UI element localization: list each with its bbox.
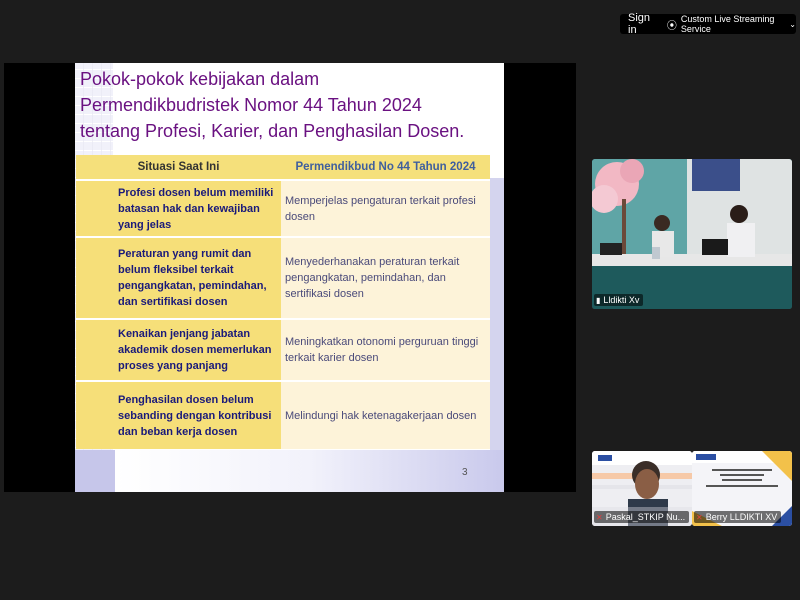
participant-name-tag: ▮ Lldikti Xv: [594, 294, 644, 306]
microphone-icon: ▮: [596, 295, 601, 305]
current-situation-cell: Peraturan yang rumit dan belum fleksibel…: [76, 236, 281, 319]
slide-title-line: tentang Profesi, Karier, dan Penghasilan…: [80, 121, 465, 141]
policy-cell: Memperjelas pengaturan terkait profesi d…: [281, 179, 490, 237]
slide-page-number: 3: [462, 467, 468, 478]
sign-in-link[interactable]: Sign in: [628, 12, 657, 36]
participant-video-tile[interactable]: ✕ Paskal_STKIP Nu...: [592, 451, 692, 526]
streaming-label: Custom Live Streaming Service: [680, 14, 775, 34]
live-stream-icon: ⦿: [666, 20, 677, 32]
participant-name: Paskal_STKIP Nu...: [605, 512, 686, 522]
presentation-slide: Pokok-pokok kebijakan dalam Permendikbud…: [75, 63, 504, 492]
table-row: Penghasilan dosen belum sebanding dengan…: [76, 380, 490, 449]
current-situation-cell: Profesi dosen belum memiliki batasan hak…: [76, 179, 281, 237]
table-row: Kenaikan jenjang jabatan akademik dosen …: [76, 318, 490, 381]
participant-name-tag: ✕ Berry LLDIKTI XV: [694, 511, 782, 523]
slide-title: Pokok-pokok kebijakan dalam Permendikbud…: [80, 66, 495, 144]
table-row: Profesi dosen belum memiliki batasan hak…: [76, 179, 490, 237]
policy-cell: Meningkatkan otonomi perguruan tinggi te…: [281, 318, 490, 381]
meeting-window: Sign in ⦿ Custom Live Streaming Service …: [0, 0, 800, 600]
table-row: Peraturan yang rumit dan belum fleksibel…: [76, 236, 490, 319]
participant-name: Lldikti Xv: [603, 295, 640, 305]
chevron-down-icon: ⌄: [789, 19, 796, 29]
participant-video-main[interactable]: ▮ Lldikti Xv: [592, 159, 792, 309]
column-header-policy: Permendikbud No 44 Tahun 2024: [281, 155, 490, 180]
current-situation-cell: Penghasilan dosen belum sebanding dengan…: [76, 380, 281, 449]
participant-name: Berry LLDIKTI XV: [705, 512, 778, 522]
participant-name-tag: ✕ Paskal_STKIP Nu...: [594, 511, 690, 523]
slide-decoration-bottom-left: [75, 450, 115, 492]
current-situation-cell: Kenaikan jenjang jabatan akademik dosen …: [76, 318, 281, 381]
slide-title-line: Pokok-pokok kebijakan dalam: [80, 69, 320, 89]
microphone-muted-icon: ✕: [696, 512, 703, 522]
table-header-row: Situasi Saat Ini Permendikbud No 44 Tahu…: [76, 155, 490, 180]
policy-cell: Melindungi hak ketenagakerjaan dosen: [281, 380, 490, 449]
slide-decoration-bottom: [115, 450, 504, 492]
video-feed-image: [592, 159, 792, 309]
policy-table: Situasi Saat Ini Permendikbud No 44 Tahu…: [76, 155, 490, 449]
top-bar: Sign in ⦿ Custom Live Streaming Service …: [620, 12, 796, 36]
column-header-current: Situasi Saat Ini: [76, 155, 281, 180]
live-streaming-menu[interactable]: ⦿ Custom Live Streaming Service ⌄: [667, 14, 796, 34]
slide-title-line: Permendikbudristek Nomor 44 Tahun 2024: [80, 95, 422, 115]
shared-screen: Pokok-pokok kebijakan dalam Permendikbud…: [4, 63, 576, 492]
microphone-muted-icon: ✕: [596, 512, 603, 522]
policy-cell: Menyederhanakan peraturan terkait pengan…: [281, 236, 490, 319]
participant-video-tile[interactable]: ✕ Berry LLDIKTI XV: [692, 451, 792, 526]
slide-decoration-right: [490, 178, 504, 451]
